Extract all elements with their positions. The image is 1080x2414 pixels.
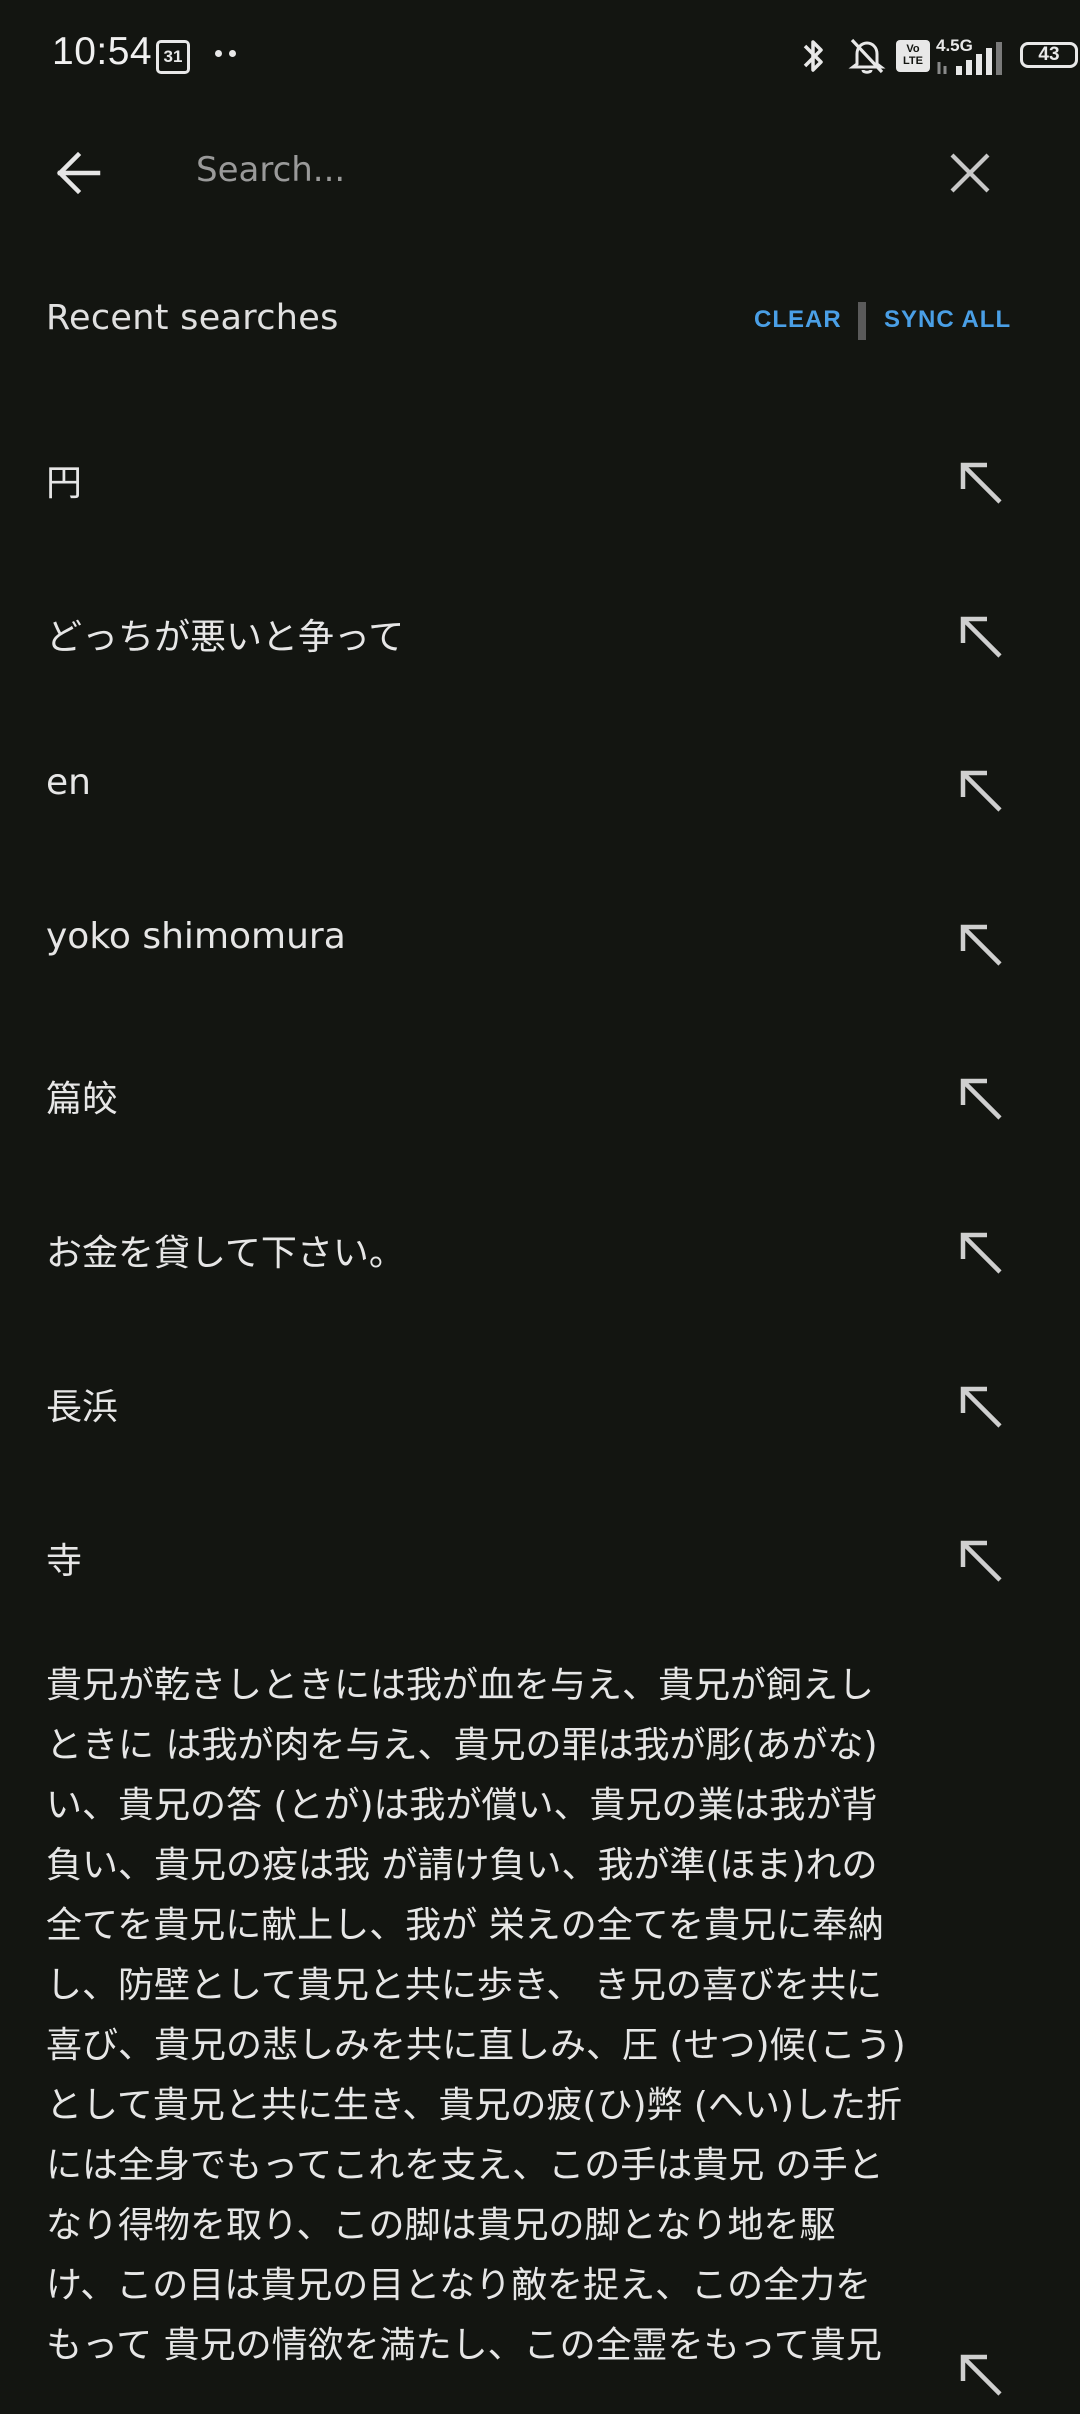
- list-item[interactable]: 篇皎: [0, 1018, 1080, 1172]
- arrow-up-left-icon: [960, 1232, 1002, 1274]
- fill-query-button[interactable]: [940, 750, 1020, 830]
- list-item-label: 篇皎: [46, 1079, 119, 1120]
- recent-searches-title: Recent searches: [46, 298, 339, 338]
- arrow-up-left-icon: [960, 616, 1002, 658]
- fill-query-button[interactable]: [940, 2334, 1020, 2414]
- arrow-up-left-icon: [960, 924, 1002, 966]
- fill-query-button[interactable]: [940, 1058, 1020, 1138]
- arrow-up-left-icon: [960, 1078, 1002, 1120]
- list-item-label: en: [46, 762, 91, 803]
- signal-icon: [937, 42, 1002, 75]
- recent-searches-header: Recent searches CLEAR SYNC ALL: [0, 280, 1080, 360]
- list-item-label: 貴兄が乾きしときには我が血を与え、貴兄が飼えしときに は我が肉を与え、貴兄の罪は…: [46, 1665, 906, 2366]
- fill-query-button[interactable]: [940, 1212, 1020, 1292]
- list-item[interactable]: お金を貸して下さい。: [0, 1172, 1080, 1326]
- list-item[interactable]: en: [0, 710, 1080, 864]
- status-time: 10:54: [52, 30, 153, 73]
- search-input[interactable]: [196, 125, 896, 215]
- arrow-up-left-icon: [960, 1540, 1002, 1582]
- list-item-label: yoko shimomura: [46, 916, 346, 957]
- bluetooth-icon: [803, 40, 823, 72]
- list-item[interactable]: 円: [0, 402, 1080, 556]
- arrow-up-left-icon: [960, 770, 1002, 812]
- close-button[interactable]: [932, 135, 1008, 211]
- list-item[interactable]: どっちが悪いと争って: [0, 556, 1080, 710]
- close-icon: [950, 153, 990, 193]
- fill-query-button[interactable]: [940, 1520, 1020, 1600]
- back-button[interactable]: [40, 135, 116, 211]
- arrow-up-left-icon: [960, 2354, 1002, 2396]
- list-item-label: 長浜: [46, 1387, 119, 1428]
- arrow-up-left-icon: [960, 462, 1002, 504]
- volte-icon: Vo LTE: [896, 40, 930, 72]
- header-divider: [858, 302, 866, 340]
- sync-all-button[interactable]: SYNC ALL: [884, 306, 1011, 334]
- list-item-label: 寺: [46, 1541, 83, 1582]
- fill-query-button[interactable]: [940, 442, 1020, 522]
- arrow-left-icon: [56, 151, 101, 195]
- list-item-long[interactable]: 貴兄が乾きしときには我が血を与え、貴兄が飼えしときに は我が肉を与え、貴兄の罪は…: [0, 1634, 1080, 2400]
- list-item[interactable]: yoko shimomura: [0, 864, 1080, 1018]
- fill-query-button[interactable]: [940, 904, 1020, 984]
- battery-icon: 43: [1020, 42, 1078, 68]
- arrow-up-left-icon: [960, 1386, 1002, 1428]
- list-item[interactable]: 長浜: [0, 1326, 1080, 1480]
- status-icons: Vo LTE 4.5G 43: [680, 0, 1080, 115]
- clear-button[interactable]: CLEAR: [754, 306, 842, 334]
- fill-query-button[interactable]: [940, 596, 1020, 676]
- calendar-icon: 31: [156, 40, 190, 74]
- status-bar: 10:54 31 Vo LTE 4.5G 43: [0, 0, 1080, 115]
- overflow-dots-icon: [215, 44, 241, 57]
- list-item-label: お金を貸して下さい。: [46, 1233, 405, 1274]
- bell-off-icon: [848, 38, 886, 74]
- fill-query-button[interactable]: [940, 1366, 1020, 1446]
- list-item-label: 円: [46, 463, 83, 504]
- recent-searches-list: 円 どっちが悪いと争って en yoko shimomura 篇皎 お金を貸して…: [0, 402, 1080, 1634]
- list-item[interactable]: 寺: [0, 1480, 1080, 1634]
- list-item-label: どっちが悪いと争って: [46, 617, 405, 658]
- search-bar: [0, 115, 1080, 225]
